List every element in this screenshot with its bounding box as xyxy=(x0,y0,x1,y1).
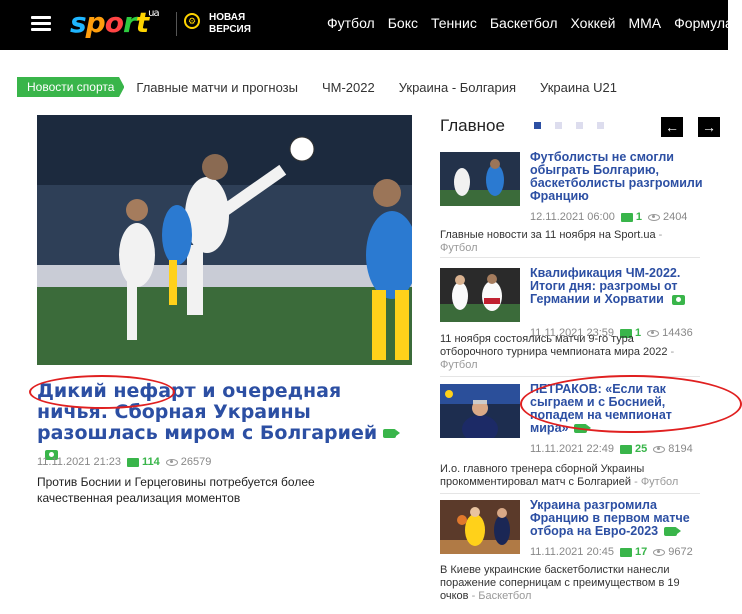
news-meta: 11.11.2021 20:45 17 9672 xyxy=(530,546,693,558)
news-comments[interactable]: 17 xyxy=(620,546,647,558)
news-views-count: 9672 xyxy=(668,546,693,558)
news-description: 11 ноября состоялись матчи 9-го тура отб… xyxy=(440,333,700,372)
tag-sport-news[interactable]: Новости спорта xyxy=(17,77,125,97)
annotation-circle xyxy=(29,375,175,409)
slider-dot[interactable] xyxy=(597,122,604,129)
main-story-date: 11.11.2021 21:23 xyxy=(37,456,122,468)
news-views: 9672 xyxy=(653,546,693,558)
main-story-title[interactable]: Дикий нефарт и очередная ничья. Сборная … xyxy=(29,375,417,465)
news-meta: 11.11.2021 22:49 25 8194 xyxy=(530,443,693,455)
news-title[interactable]: Футболисты не смогли обыграть Болгарию, … xyxy=(530,151,710,203)
news-views: 8194 xyxy=(653,443,693,455)
comments-icon xyxy=(620,444,633,454)
news-title-text: Квалификация ЧМ-2022. Итоги дня: разгром… xyxy=(530,266,681,306)
main-story-views-count: 26579 xyxy=(180,456,212,468)
news-description: И.о. главного тренера сборной Украины пр… xyxy=(440,463,700,489)
news-comments-count: 25 xyxy=(635,443,648,455)
main-story-lead: Против Боснии и Герцеговины потребуется … xyxy=(37,475,315,505)
comments-icon xyxy=(620,212,633,222)
nav-basketball[interactable]: Баскетбол xyxy=(490,15,558,31)
tag-wc2022[interactable]: ЧМ-2022 xyxy=(322,80,375,95)
news-comments[interactable]: 1 xyxy=(620,211,642,223)
main-story-comments[interactable]: 114 xyxy=(127,456,160,468)
news-category[interactable]: - Футбол xyxy=(631,476,678,488)
slider-dot[interactable] xyxy=(555,122,562,129)
news-thumbnail[interactable] xyxy=(440,384,520,438)
comments-icon xyxy=(620,547,633,557)
news-thumbnail[interactable] xyxy=(440,152,520,206)
news-desc-text: И.о. главного тренера сборной Украины пр… xyxy=(440,463,645,488)
news-meta: 12.11.2021 06:00 1 2404 xyxy=(530,211,687,223)
divider xyxy=(440,493,700,494)
nav-tennis[interactable]: Теннис xyxy=(431,15,477,31)
news-description: В Киеве украинские баскетболистки нанесл… xyxy=(440,564,700,603)
main-nav: Футбол Бокс Теннис Баскетбол Хоккей ММА … xyxy=(327,15,733,31)
news-date: 11.11.2021 20:45 xyxy=(530,546,615,558)
eye-icon xyxy=(653,445,666,453)
tag-ukraine-u21[interactable]: Украина U21 xyxy=(540,80,617,95)
new-version-label-1: НОВАЯ xyxy=(209,12,246,23)
logo-suffix: ua xyxy=(148,7,160,19)
nav-mma[interactable]: ММА xyxy=(628,15,661,31)
site-logo[interactable]: sportua xyxy=(70,6,160,39)
top-bar: sportua ⚙ НОВАЯ ВЕРСИЯ Футбол Бокс Тенни… xyxy=(0,0,733,50)
news-views-count: 8194 xyxy=(668,443,693,455)
tag-ukraine-bulgaria[interactable]: Украина - Болгария xyxy=(399,80,516,95)
news-date: 11.11.2021 22:49 xyxy=(530,443,615,455)
main-story-comments-count: 114 xyxy=(142,456,160,468)
news-category[interactable]: - Баскетбол xyxy=(469,590,532,602)
news-description: Главные новости за 11 ноября на Sport.ua… xyxy=(440,229,700,255)
arrow-left-icon[interactable]: ← xyxy=(661,117,683,137)
nav-football[interactable]: Футбол xyxy=(327,15,375,31)
news-comments-count: 17 xyxy=(635,546,648,558)
nav-hockey[interactable]: Хоккей xyxy=(571,15,616,31)
tag-bar: Новости спорта Главные матчи и прогнозы … xyxy=(17,77,641,97)
eye-icon xyxy=(165,458,178,466)
slider-dot[interactable] xyxy=(534,122,541,129)
news-title[interactable]: Украина разгромила Францию в первом матч… xyxy=(530,499,710,538)
nav-formula[interactable]: Формула xyxy=(674,15,733,31)
eye-icon xyxy=(647,213,660,221)
menu-icon[interactable] xyxy=(31,16,51,32)
comments-icon xyxy=(127,457,140,467)
news-date: 12.11.2021 06:00 xyxy=(530,211,615,223)
annotation-circle xyxy=(520,375,742,433)
news-desc-text: 11 ноября состоялись матчи 9-го тура отб… xyxy=(440,333,668,358)
news-desc-text: Главные новости за 11 ноября на Sport.ua xyxy=(440,229,656,241)
news-comments[interactable]: 25 xyxy=(620,443,647,455)
tag-main-matches[interactable]: Главные матчи и прогнозы xyxy=(136,80,298,95)
news-thumbnail[interactable] xyxy=(440,500,520,554)
new-version-link[interactable]: НОВАЯ ВЕРСИЯ xyxy=(209,12,251,36)
arrow-right-icon[interactable]: → xyxy=(698,117,720,137)
news-thumbnail[interactable] xyxy=(440,268,520,322)
news-comments-count: 1 xyxy=(635,211,642,223)
news-title[interactable]: Квалификация ЧМ-2022. Итоги дня: разгром… xyxy=(530,267,710,306)
slider-dots xyxy=(534,122,604,129)
nav-boxing[interactable]: Бокс xyxy=(388,15,418,31)
divider xyxy=(440,257,700,258)
video-icon xyxy=(664,527,682,537)
video-icon xyxy=(383,429,401,438)
sidebar-title: Главное xyxy=(440,116,505,135)
main-story-views: 26579 xyxy=(165,456,212,468)
new-version-icon[interactable]: ⚙ xyxy=(184,13,200,29)
eye-icon xyxy=(653,548,666,556)
main-story-image[interactable] xyxy=(37,115,412,365)
slider-dot[interactable] xyxy=(576,122,583,129)
news-views-count: 2404 xyxy=(662,211,688,223)
main-story-meta: 11.11.2021 21:23 114 26579 xyxy=(37,456,211,468)
news-views: 2404 xyxy=(647,211,688,223)
header-divider xyxy=(176,12,177,36)
new-version-label-2: ВЕРСИЯ xyxy=(209,24,251,35)
camera-icon xyxy=(671,294,685,305)
